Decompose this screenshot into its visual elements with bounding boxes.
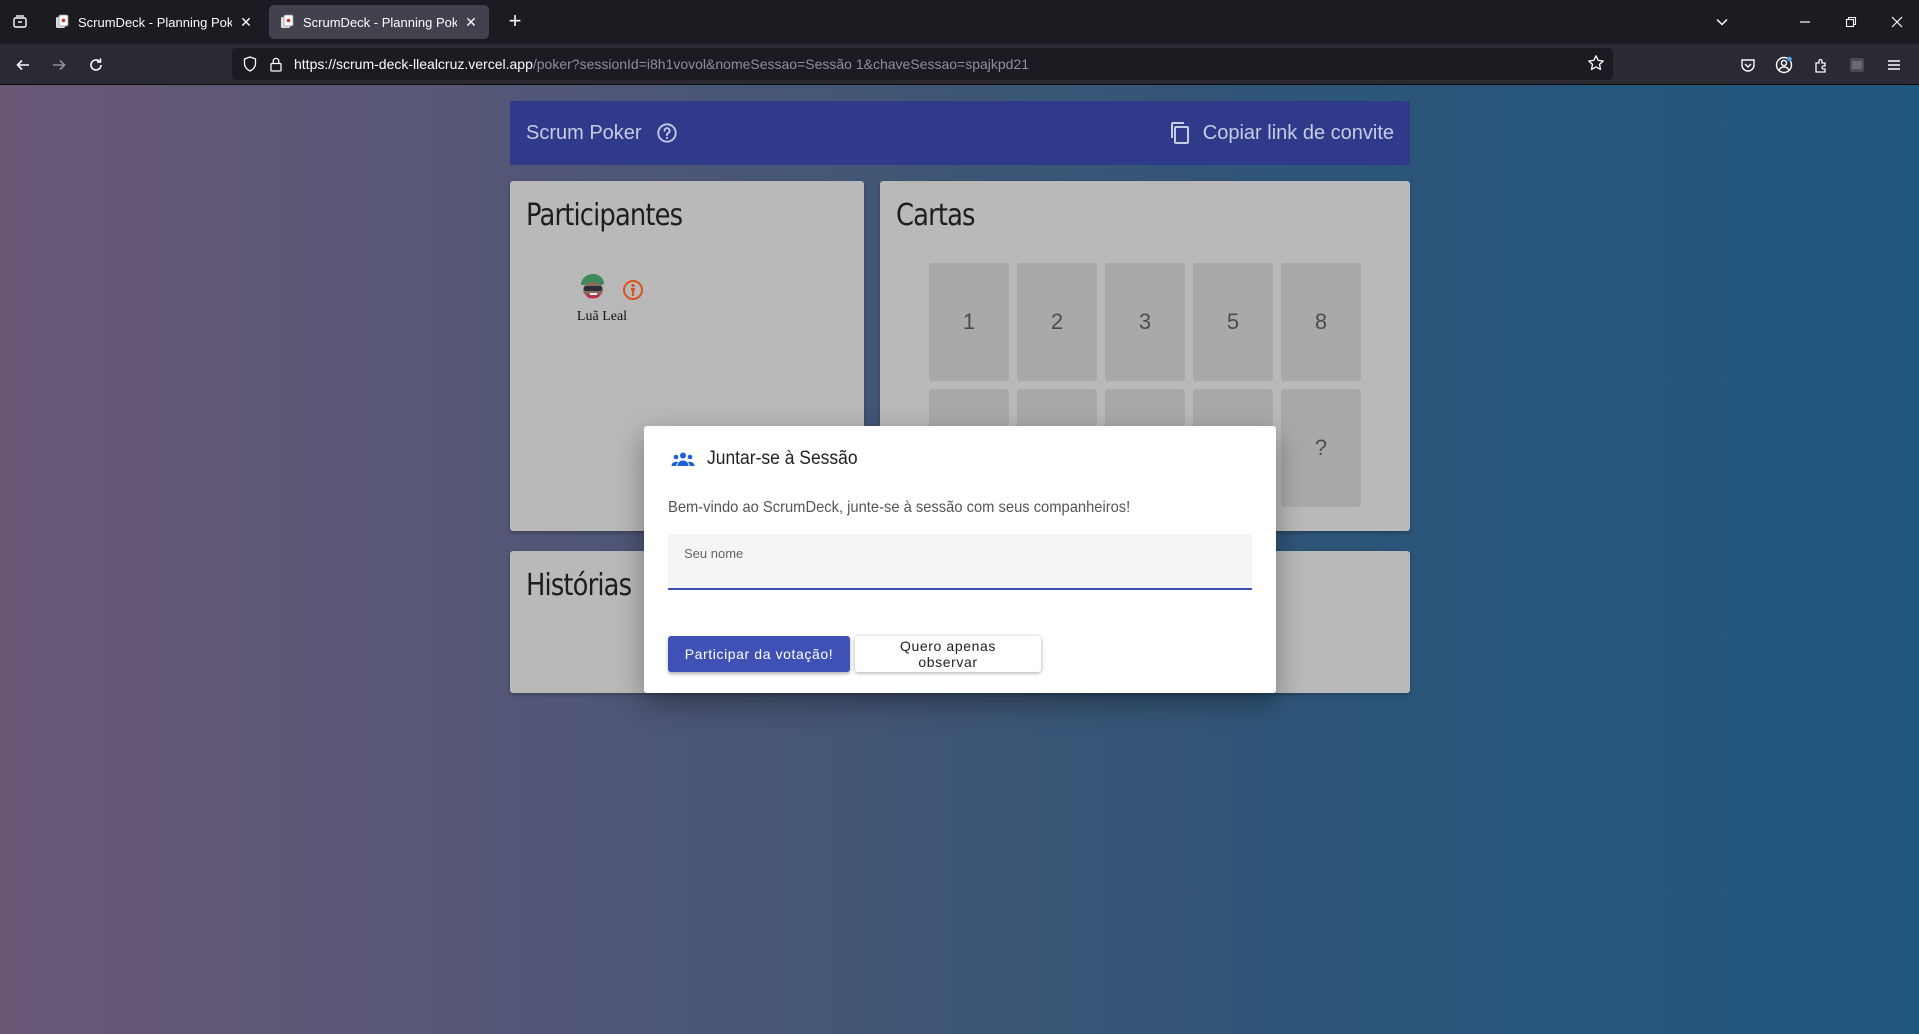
close-tab-icon[interactable]: ✕ — [463, 14, 479, 30]
avatar — [576, 271, 608, 303]
name-input[interactable] — [684, 562, 1234, 579]
participants-title: Participantes — [526, 198, 683, 233]
url-bar[interactable]: https://scrum-deck-llealcruz.vercel.app/… — [232, 48, 1613, 80]
poker-card[interactable]: 8 — [1281, 263, 1361, 381]
app-menu-icon[interactable] — [1881, 52, 1907, 78]
url-text: https://scrum-deck-llealcruz.vercel.app/… — [294, 56, 1029, 72]
close-window-icon[interactable] — [1885, 10, 1909, 34]
reload-icon[interactable] — [83, 52, 109, 78]
tab-title: ScrumDeck - Planning Poker para — [303, 14, 457, 30]
poker-card[interactable]: 3 — [1105, 263, 1185, 381]
browser-tab-1[interactable]: ScrumDeck - Planning Poker para ✕ — [44, 5, 264, 39]
copy-icon — [1170, 122, 1189, 144]
name-field-label: Seu nome — [684, 546, 744, 561]
poker-card[interactable]: 5 — [1193, 263, 1273, 381]
minimize-icon[interactable] — [1793, 10, 1817, 34]
participant-name: Luã Leal — [576, 309, 628, 324]
dialog-header: Juntar-se à Sessão — [671, 448, 871, 470]
observer-icon — [623, 280, 643, 300]
poker-card[interactable]: 2 — [1017, 263, 1097, 381]
back-icon[interactable] — [10, 52, 36, 78]
lock-icon[interactable] — [266, 54, 286, 74]
close-tab-icon[interactable]: ✕ — [238, 14, 254, 30]
restore-icon[interactable] — [1839, 10, 1863, 34]
extensions-icon[interactable] — [1808, 52, 1834, 78]
new-tab-icon[interactable]: + — [503, 10, 527, 34]
join-session-dialog: Juntar-se à Sessão Bem-vindo ao ScrumDec… — [644, 426, 1276, 693]
app-brand: Scrum Poker — [526, 121, 642, 144]
list-all-tabs-icon[interactable] — [1710, 10, 1734, 34]
pocket-icon[interactable] — [1735, 52, 1761, 78]
dialog-text: Bem-vindo ao ScrumDeck, junte-se à sessã… — [668, 499, 1131, 516]
forward-icon[interactable] — [46, 52, 72, 78]
tracking-protection-icon[interactable] — [240, 54, 260, 74]
account-icon[interactable] — [1771, 52, 1797, 78]
url-path: /poker?sessionId=i8h1vovol&nomeSessao=Se… — [532, 56, 1030, 72]
poker-card[interactable]: ? — [1281, 389, 1361, 507]
scrumdeck-favicon-icon — [281, 14, 294, 28]
stories-title: Histórias — [526, 568, 632, 603]
poker-card[interactable]: 1 — [929, 263, 1009, 381]
cards-title: Cartas — [896, 198, 976, 233]
help-icon[interactable] — [656, 122, 678, 144]
browser-tab-2[interactable]: ScrumDeck - Planning Poker para ✕ — [269, 5, 489, 39]
dialog-title: Juntar-se à Sessão — [707, 448, 858, 469]
scrumdeck-favicon-icon — [56, 14, 69, 28]
url-host: https://scrum-deck-llealcruz.vercel.app — [294, 56, 533, 72]
join-vote-button[interactable]: Participar da votação! — [668, 636, 850, 672]
tab-title: ScrumDeck - Planning Poker para — [78, 14, 232, 30]
participant-item: Luã Leal — [562, 271, 702, 341]
group-icon — [671, 452, 695, 466]
browser-nav-bar: https://scrum-deck-llealcruz.vercel.app/… — [0, 44, 1919, 85]
name-field[interactable]: Seu nome — [668, 534, 1252, 590]
observe-only-button[interactable]: Quero apenas observar — [855, 636, 1041, 672]
app-toolbar: Scrum Poker Copiar link de convite — [510, 101, 1410, 165]
bookmark-star-icon[interactable] — [1587, 54, 1605, 77]
copy-invite-link-label: Copiar link de convite — [1202, 121, 1394, 144]
page-viewport: Scrum Poker Copiar link de convite Parti… — [0, 85, 1919, 1034]
extension-app-icon[interactable] — [1844, 52, 1870, 78]
copy-invite-link-button[interactable]: Copiar link de convite — [1169, 121, 1394, 145]
browser-tab-bar: ScrumDeck - Planning Poker para ✕ ScrumD… — [0, 0, 1919, 44]
tab-list-icon[interactable] — [8, 10, 32, 34]
